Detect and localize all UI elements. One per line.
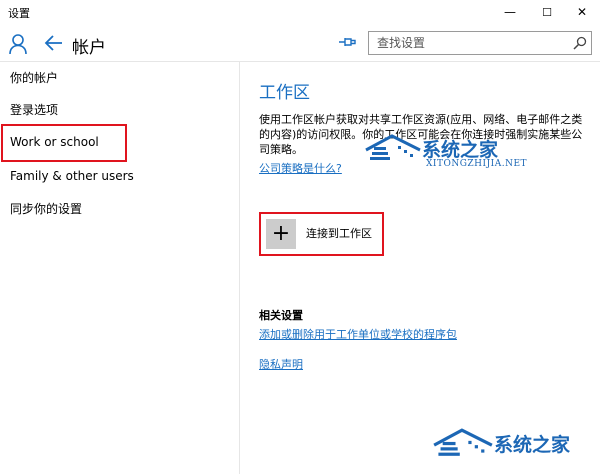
sidebar: 你的帐户 登录选项 Work or school Family & other … [0,62,240,474]
connect-label: 连接到工作区 [306,227,372,240]
related-settings-heading: 相关设置 [259,309,303,322]
close-button[interactable]: ✕ [564,0,600,24]
page-header: 帐户 [0,24,600,62]
title-bar: 设置 — ☐ ✕ [0,0,600,24]
connect-button[interactable]: + 连接到工作区 [259,212,384,256]
back-arrow-icon[interactable] [44,33,64,53]
description-text: 使用工作区帐户获取对共享工作区资源(应用、网络、电子邮件之类的内容)的访问权限。… [259,113,583,156]
page-title: 帐户 [72,38,106,58]
maximize-button[interactable]: ☐ [529,0,565,24]
privacy-statement-link[interactable]: 隐私声明 [259,356,303,372]
search-box[interactable] [368,31,592,55]
window-title: 设置 [8,7,30,20]
sidebar-item-your-account[interactable]: 你的帐户 [10,68,58,88]
main-content: 工作区 使用工作区帐户获取对共享工作区资源(应用、网络、电子邮件之类的内容)的访… [241,62,600,474]
plus-icon: + [266,219,296,249]
search-input[interactable] [369,32,565,54]
minimize-button[interactable]: — [492,0,528,24]
sidebar-item-sync-settings[interactable]: 同步你的设置 [10,199,82,219]
pin-icon[interactable] [338,35,356,49]
sidebar-item-sign-in-options[interactable]: 登录选项 [10,100,58,120]
sidebar-item-work-or-school[interactable]: Work or school [1,124,127,162]
add-remove-package-link[interactable]: 添加或删除用于工作单位或学校的程序包 [259,326,457,342]
company-policy-link[interactable]: 公司策略是什么? [259,160,342,176]
search-icon[interactable] [573,36,587,50]
user-icon [9,34,27,55]
sidebar-item-family-other-users[interactable]: Family & other users [10,166,134,186]
section-title: 工作区 [259,83,310,103]
